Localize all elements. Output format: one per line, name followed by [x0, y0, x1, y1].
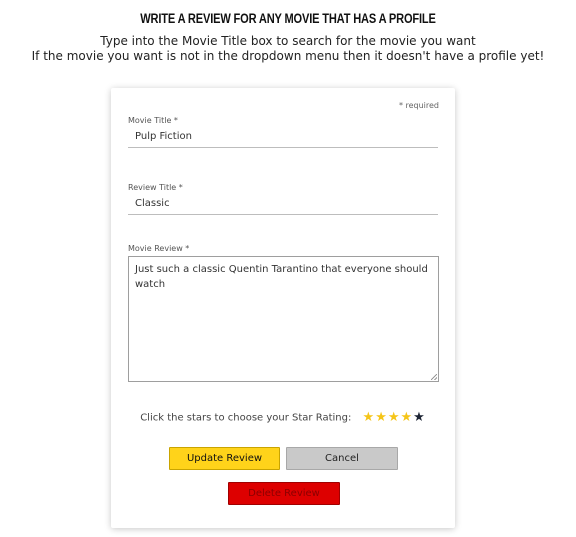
movie-title-input[interactable]	[128, 126, 438, 148]
review-form-card: * required Movie Title * Review Title * …	[111, 88, 455, 528]
required-note: * required	[398, 101, 439, 110]
page-title: WRITE A REVIEW FOR ANY MOVIE THAT HAS A …	[140, 11, 436, 26]
review-title-label: Review Title *	[128, 183, 183, 192]
star-rating-row: Click the stars to choose your Star Rati…	[111, 411, 455, 424]
update-review-button[interactable]: Update Review	[169, 447, 280, 470]
star-5-icon[interactable]: ★	[413, 411, 425, 424]
movie-title-label: Movie Title *	[128, 116, 178, 125]
movie-review-text: Just such a classic Quentin Tarantino th…	[135, 264, 428, 290]
star-4-icon[interactable]: ★	[401, 411, 413, 424]
star-2-icon[interactable]: ★	[375, 411, 387, 424]
review-page: WRITE A REVIEW FOR ANY MOVIE THAT HAS A …	[0, 0, 576, 537]
instruction-line-2: If the movie you want is not in the drop…	[31, 49, 545, 63]
review-title-input[interactable]	[128, 193, 438, 215]
instruction-line-1: Type into the Movie Title box to search …	[100, 34, 476, 48]
delete-review-button[interactable]: Delete Review	[228, 482, 340, 505]
movie-review-label: Movie Review *	[128, 244, 190, 253]
movie-review-textarea[interactable]: Just such a classic Quentin Tarantino th…	[128, 256, 439, 382]
star-rating: ★★★★★	[363, 411, 426, 424]
star-1-icon[interactable]: ★	[363, 411, 375, 424]
cancel-button[interactable]: Cancel	[286, 447, 398, 470]
resize-grip-icon[interactable]	[431, 374, 437, 380]
star-rating-prompt: Click the stars to choose your Star Rati…	[140, 412, 352, 424]
star-3-icon[interactable]: ★	[388, 411, 400, 424]
